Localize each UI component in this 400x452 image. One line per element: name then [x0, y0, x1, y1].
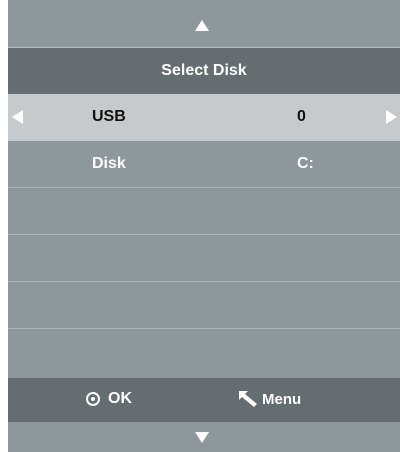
triangle-right-icon[interactable] [386, 110, 397, 124]
menu-button[interactable]: Menu [238, 389, 301, 409]
menu-row-disk[interactable]: Disk C: [8, 141, 400, 188]
select-disk-menu: Select Disk USB 0 Disk C: OK Menu [8, 0, 400, 452]
menu-row-empty [8, 329, 400, 377]
footer-bar: OK Menu [8, 378, 400, 422]
menu-row-empty [8, 235, 400, 282]
menu-row-usb[interactable]: USB 0 [8, 94, 400, 141]
ok-button[interactable]: OK [86, 390, 132, 408]
menu-label: Menu [262, 390, 302, 408]
scroll-up-area[interactable] [8, 0, 400, 48]
triangle-up-icon[interactable] [195, 20, 209, 31]
ok-circle-icon [86, 392, 100, 406]
return-arrow-icon [239, 391, 257, 407]
row-value: C: [297, 155, 314, 172]
triangle-down-icon[interactable] [195, 432, 209, 443]
triangle-left-icon[interactable] [12, 110, 23, 124]
row-label: Disk [92, 155, 126, 172]
ok-label: OK [108, 390, 132, 407]
row-value: 0 [297, 108, 306, 125]
menu-row-empty [8, 188, 400, 235]
scroll-down-area[interactable] [8, 423, 400, 452]
menu-row-empty [8, 282, 400, 329]
menu-title-bar: Select Disk [8, 48, 400, 94]
row-label: USB [92, 108, 126, 125]
menu-title: Select Disk [161, 62, 247, 79]
